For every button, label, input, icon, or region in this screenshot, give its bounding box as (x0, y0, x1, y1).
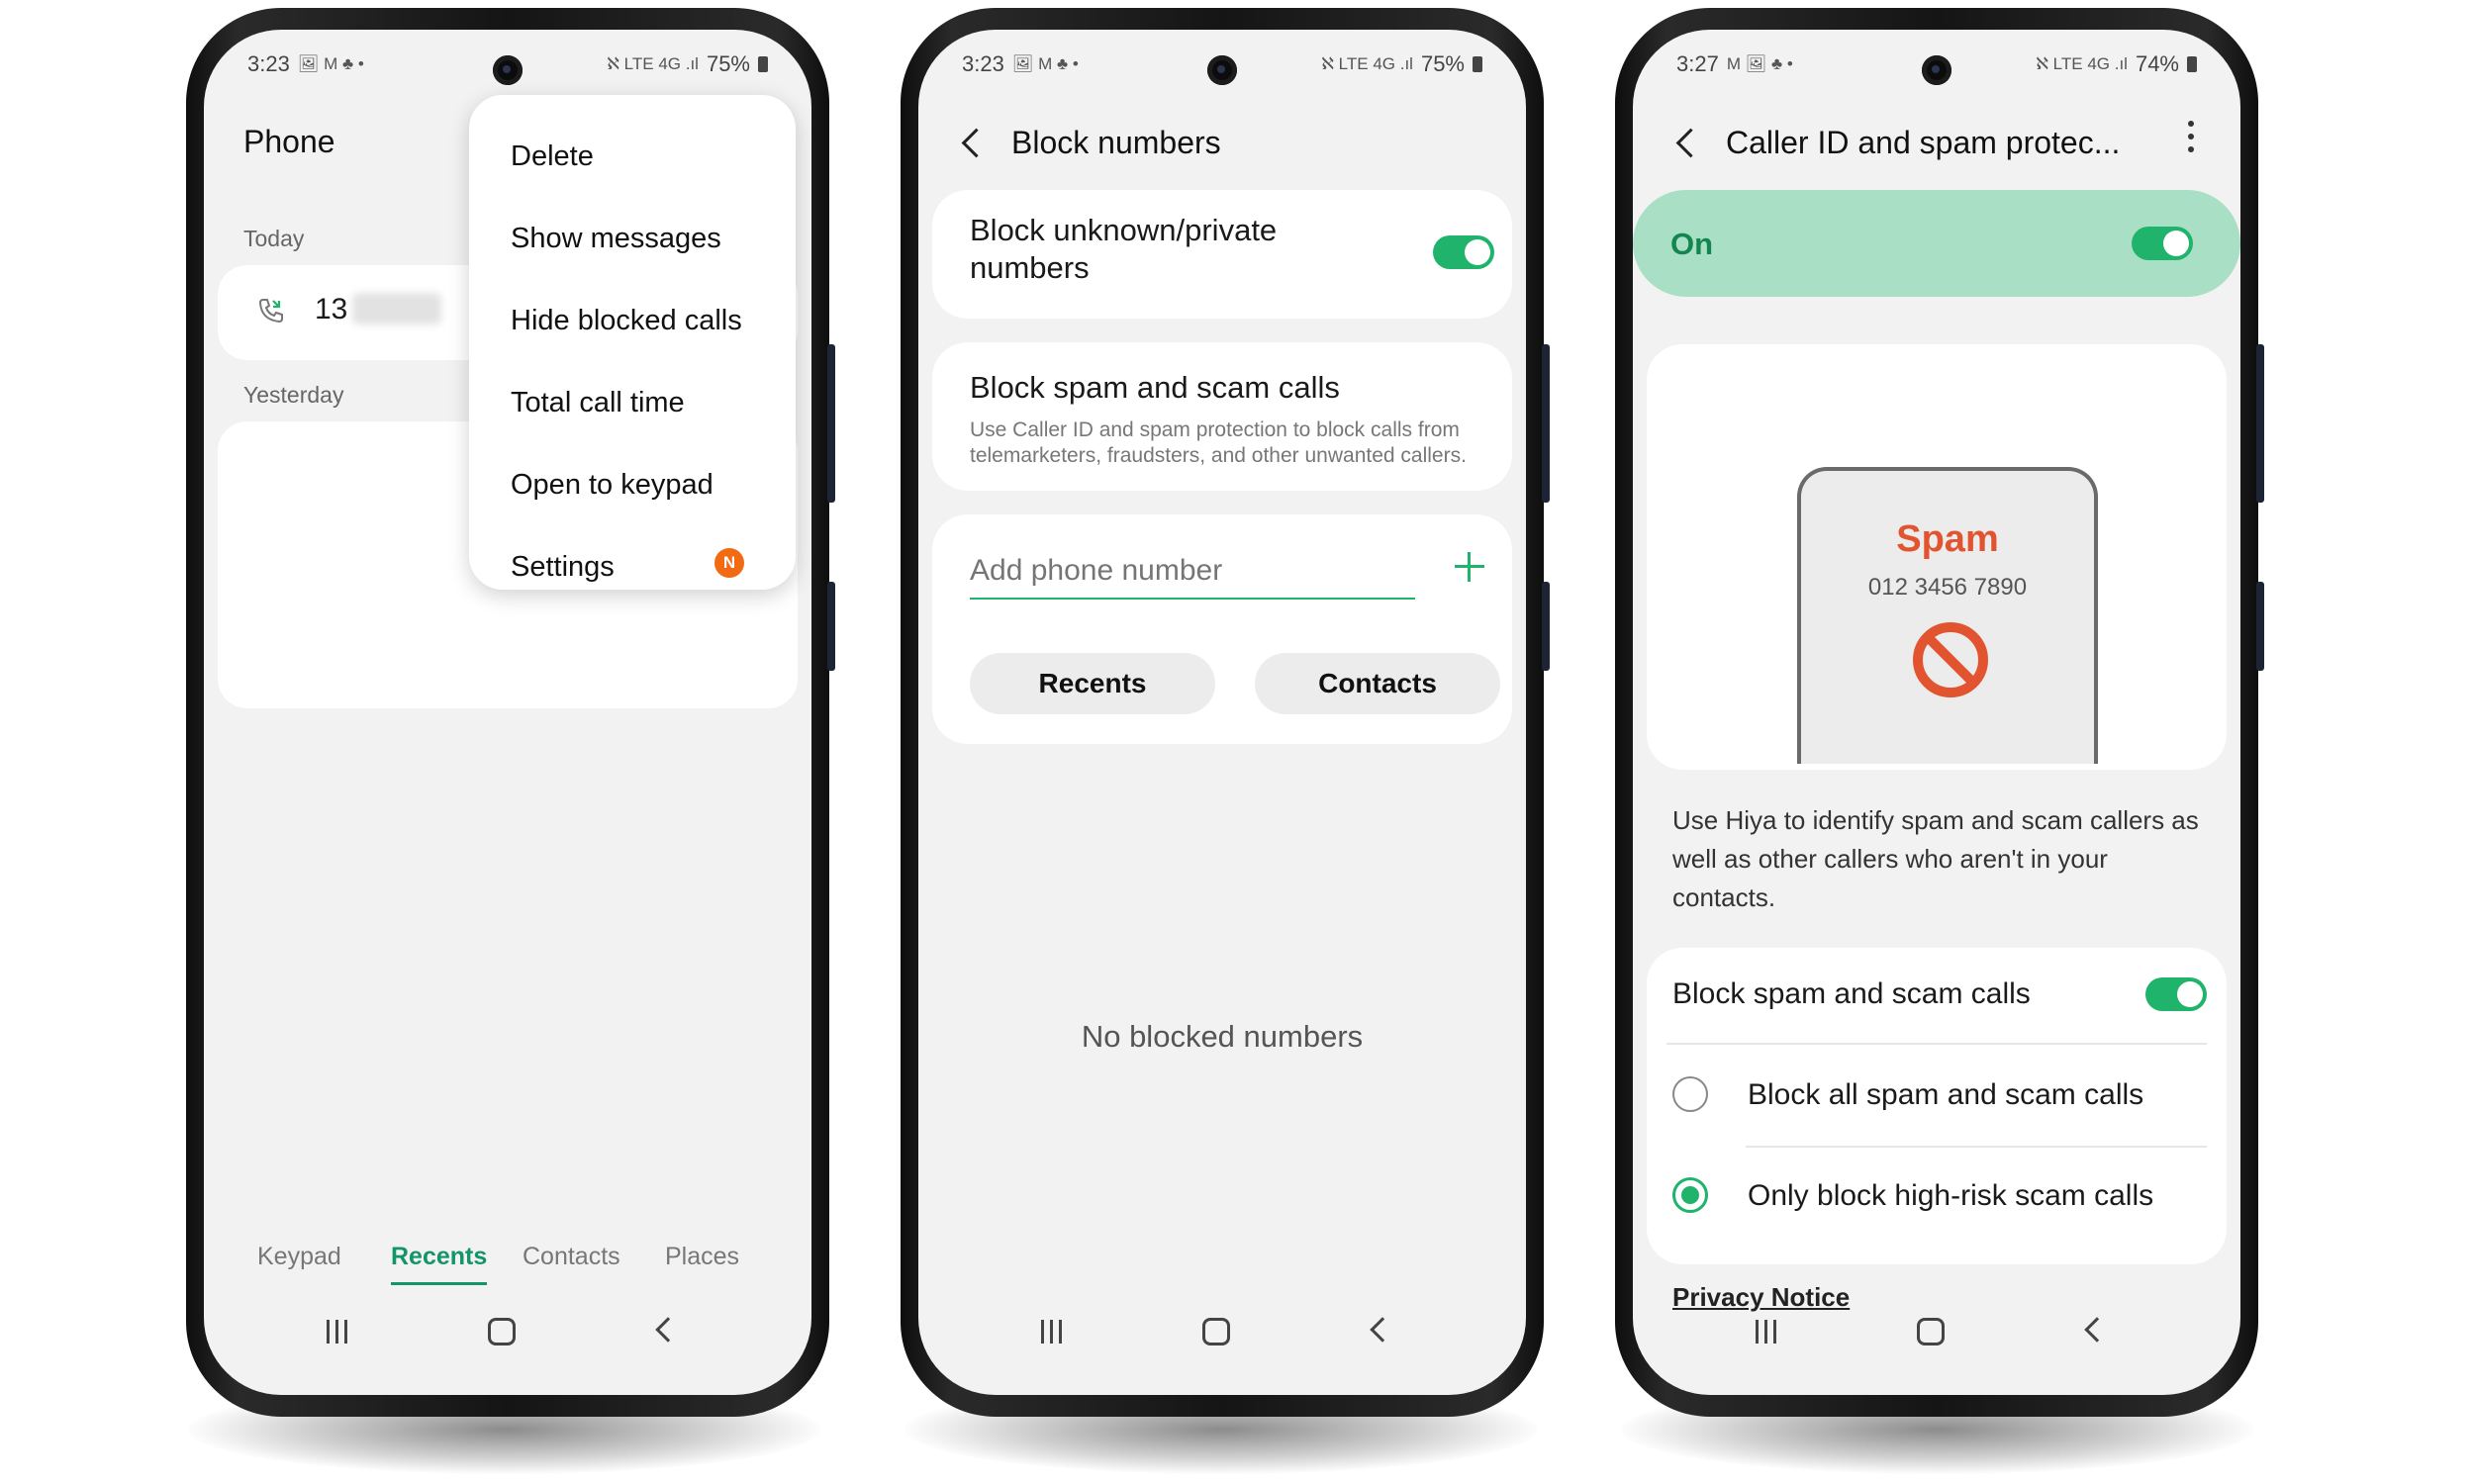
overflow-menu: Delete Show messages Hide blocked calls … (469, 95, 796, 590)
volume-button (827, 344, 835, 503)
page-title: Phone (243, 124, 335, 159)
battery-level: 74% (2135, 51, 2179, 76)
block-unknown-toggle[interactable] (1433, 235, 1494, 269)
screen-block-numbers: 3:23 🖼 M ♣ • ℵ LTE 4G .ıl 75% Block numb… (918, 30, 1526, 1395)
signal-icons: ℵ LTE 4G .ıl (2036, 54, 2128, 73)
add-icon[interactable] (1453, 550, 1486, 584)
power-button (2256, 582, 2264, 671)
phone-frame-block-numbers: 3:23 🖼 M ♣ • ℵ LTE 4G .ıl 75% Block numb… (901, 8, 1550, 1417)
page-title: Caller ID and spam protec... (1726, 125, 2121, 160)
notification-icons: 🖼 M ♣ • (297, 54, 364, 73)
power-button (1542, 582, 1550, 671)
tab-keypad[interactable]: Keypad (257, 1243, 341, 1271)
recents-button[interactable]: Recents (970, 653, 1215, 714)
tab-recents[interactable]: Recents (391, 1243, 488, 1285)
notification-icons: 🖼 M ♣ • (1011, 54, 1079, 73)
battery-level: 75% (1420, 51, 1465, 76)
yesterday-label: Yesterday (243, 382, 344, 408)
spam-options-card: Block spam and scam calls Block all spam… (1647, 948, 2227, 1264)
volume-button (1542, 344, 1550, 503)
call-number: 13 (315, 293, 348, 325)
block-icon (1910, 619, 1991, 700)
menu-item-settings[interactable]: Settings (511, 551, 615, 584)
battery-icon (2187, 56, 2197, 72)
status-time: 3:23 (962, 51, 1004, 76)
empty-state-text: No blocked numbers (1081, 1019, 1364, 1054)
screen-caller-id: 3:27 M 🖼 ♣ • ℵ LTE 4G .ıl 74% Caller ID … (1633, 30, 2240, 1395)
add-number-card: Recents Contacts (932, 514, 1512, 744)
more-options-icon[interactable] (2181, 117, 2201, 156)
back-nav-icon[interactable] (655, 1317, 681, 1343)
power-button (827, 582, 835, 671)
tab-places[interactable]: Places (665, 1243, 739, 1271)
system-nav-bar (1633, 1286, 2240, 1395)
block-spam-label: Block spam and scam calls (1672, 977, 2031, 1010)
menu-item-show-messages[interactable]: Show messages (511, 223, 721, 255)
status-bar: 3:23 🖼 M ♣ • ℵ LTE 4G .ıl 75% (247, 51, 768, 83)
option-high-risk-only-label: Only block high-risk scam calls (1748, 1179, 2154, 1212)
battery-icon (758, 56, 768, 72)
signal-icons: ℵ LTE 4G .ıl (607, 54, 699, 73)
master-switch-label: On (1670, 227, 1714, 261)
menu-item-open-to-keypad[interactable]: Open to keypad (511, 469, 714, 502)
back-nav-icon[interactable] (2084, 1317, 2110, 1343)
today-label: Today (243, 226, 305, 251)
master-switch-bar[interactable]: On (1633, 190, 2240, 297)
notification-icons: M 🖼 ♣ • (1726, 54, 1793, 73)
status-time: 3:27 (1676, 51, 1719, 76)
screen-recents: 3:23 🖼 M ♣ • ℵ LTE 4G .ıl 75% Phone Toda… (204, 30, 811, 1395)
block-unknown-row[interactable]: Block unknown/private numbers (932, 190, 1512, 319)
block-spam-toggle[interactable] (2145, 977, 2207, 1011)
phone-frame-caller-id: 3:27 M 🖼 ♣ • ℵ LTE 4G .ıl 74% Caller ID … (1615, 8, 2264, 1417)
home-icon[interactable] (1202, 1318, 1230, 1345)
option-block-all[interactable]: Block all spam and scam calls (1647, 1047, 2227, 1142)
divider (1746, 1146, 2207, 1148)
menu-item-hide-blocked-calls[interactable]: Hide blocked calls (511, 305, 742, 337)
divider (1666, 1043, 2207, 1045)
block-spam-row[interactable]: Block spam and scam calls Use Caller ID … (932, 342, 1512, 491)
back-arrow-icon[interactable] (1668, 115, 1708, 170)
volume-button (2256, 344, 2264, 503)
radio-high-risk-only[interactable] (1672, 1177, 1708, 1213)
block-spam-row[interactable]: Block spam and scam calls (1647, 948, 2227, 1041)
phone-frame-recents: 3:23 🖼 M ♣ • ℵ LTE 4G .ıl 75% Phone Toda… (186, 8, 835, 1417)
blurred-number (352, 293, 441, 325)
back-arrow-icon[interactable] (954, 115, 994, 170)
block-spam-title: Block spam and scam calls (970, 370, 1340, 405)
signal-icons: ℵ LTE 4G .ıl (1321, 54, 1413, 73)
spam-number: 012 3456 7890 (1867, 574, 2028, 601)
back-nav-icon[interactable] (1370, 1317, 1395, 1343)
block-spam-description: Use Caller ID and spam protection to blo… (970, 418, 1467, 467)
recent-apps-icon[interactable] (323, 1316, 352, 1345)
add-phone-number-input[interactable] (970, 544, 1415, 600)
home-icon[interactable] (1917, 1318, 1945, 1345)
tab-contacts[interactable]: Contacts (523, 1243, 620, 1271)
battery-level: 75% (706, 51, 750, 76)
status-bar: 3:23 🖼 M ♣ • ℵ LTE 4G .ıl 75% (962, 51, 1482, 83)
option-high-risk-only[interactable]: Only block high-risk scam calls (1647, 1150, 2227, 1245)
new-badge: N (714, 548, 744, 578)
system-nav-bar (204, 1286, 811, 1395)
spam-label: Spam (1896, 518, 1999, 560)
incoming-call-icon (255, 295, 287, 326)
status-time: 3:23 (247, 51, 290, 76)
master-switch-toggle[interactable] (2132, 227, 2193, 260)
menu-item-delete[interactable]: Delete (511, 140, 594, 173)
status-bar: 3:27 M 🖼 ♣ • ℵ LTE 4G .ıl 74% (1676, 51, 2197, 83)
recent-apps-icon[interactable] (1037, 1316, 1067, 1345)
option-block-all-label: Block all spam and scam calls (1748, 1078, 2144, 1111)
menu-item-total-call-time[interactable]: Total call time (511, 387, 685, 419)
system-nav-bar (918, 1286, 1526, 1395)
block-unknown-label: Block unknown/private numbers (970, 213, 1278, 285)
contacts-button[interactable]: Contacts (1255, 653, 1500, 714)
recent-apps-icon[interactable] (1752, 1316, 1781, 1345)
home-icon[interactable] (488, 1318, 516, 1345)
radio-block-all[interactable] (1672, 1076, 1708, 1112)
battery-icon (1473, 56, 1482, 72)
illustration-card: Spam 012 3456 7890 (1647, 344, 2227, 770)
hiya-description: Use Hiya to identify spam and scam calle… (1672, 805, 2199, 912)
page-title: Block numbers (1011, 125, 1221, 160)
phone-illustration: Spam 012 3456 7890 (1797, 467, 2098, 764)
